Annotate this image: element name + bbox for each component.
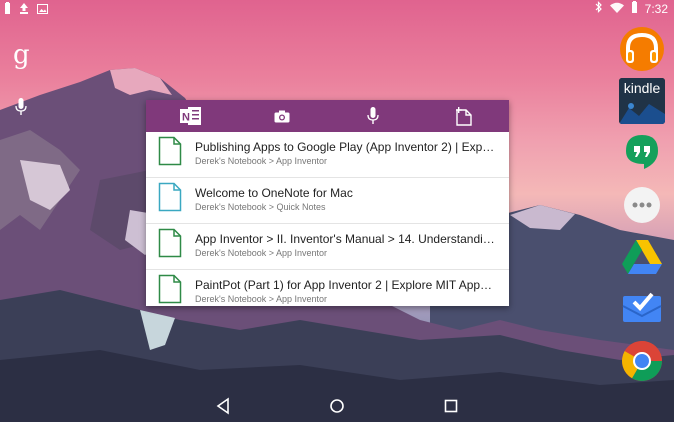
page-icon <box>158 182 182 217</box>
back-icon[interactable] <box>214 396 234 416</box>
onenote-toolbar: N <box>146 100 509 132</box>
page-icon <box>158 136 182 171</box>
note-path: Derek's Notebook > App Inventor <box>195 294 328 304</box>
inbox-icon[interactable] <box>619 286 665 332</box>
chrome-icon[interactable] <box>619 338 665 384</box>
app-dock: kindle <box>616 22 668 382</box>
note-title: PaintPot (Part 1) for App Inventor 2 | E… <box>195 278 495 292</box>
battery-full-icon <box>4 2 11 17</box>
note-path: Derek's Notebook > Quick Notes <box>195 202 326 212</box>
status-bar: 7:32 <box>0 0 674 18</box>
note-path: Derek's Notebook > App Inventor <box>195 156 328 166</box>
upload-icon <box>19 2 29 17</box>
microphone-icon[interactable] <box>15 98 27 121</box>
note-title: Welcome to OneNote for Mac <box>195 186 353 200</box>
google-search-button[interactable]: g <box>13 40 30 70</box>
list-item[interactable]: PaintPot (Part 1) for App Inventor 2 | E… <box>146 270 509 315</box>
headphones-icon[interactable] <box>619 26 665 72</box>
wifi-icon <box>609 2 624 16</box>
note-path: Derek's Notebook > App Inventor <box>195 248 328 258</box>
list-item[interactable]: Publishing Apps to Google Play (App Inve… <box>146 132 509 178</box>
camera-icon[interactable] <box>269 103 295 129</box>
hangouts-icon[interactable] <box>619 130 665 176</box>
svg-text:N: N <box>182 112 190 124</box>
status-time: 7:32 <box>644 1 668 16</box>
home-icon[interactable] <box>327 396 347 416</box>
kindle-icon[interactable]: kindle <box>619 78 665 124</box>
page-icon <box>158 228 182 263</box>
note-title: Publishing Apps to Google Play (App Inve… <box>195 140 495 154</box>
new-note-icon[interactable] <box>451 103 477 129</box>
drive-icon[interactable] <box>619 234 665 280</box>
recents-icon[interactable] <box>441 396 461 416</box>
list-item[interactable]: App Inventor > II. Inventor's Manual > 1… <box>146 224 509 270</box>
microphone-icon[interactable] <box>360 103 386 129</box>
notes-list: Publishing Apps to Google Play (App Inve… <box>146 132 509 315</box>
list-item[interactable]: Welcome to OneNote for Mac Derek's Noteb… <box>146 178 509 224</box>
app-drawer-icon[interactable] <box>619 182 665 228</box>
page-icon <box>158 274 182 309</box>
note-title: App Inventor > II. Inventor's Manual > 1… <box>195 232 495 246</box>
battery-icon <box>631 1 638 16</box>
onenote-widget: N Publishing Apps to Google Play (App In… <box>146 100 509 306</box>
bluetooth-icon <box>595 1 603 16</box>
onenote-logo-icon[interactable]: N <box>178 103 204 129</box>
navigation-bar <box>0 390 674 422</box>
kindle-label: kindle <box>623 80 661 96</box>
image-icon <box>37 3 48 17</box>
